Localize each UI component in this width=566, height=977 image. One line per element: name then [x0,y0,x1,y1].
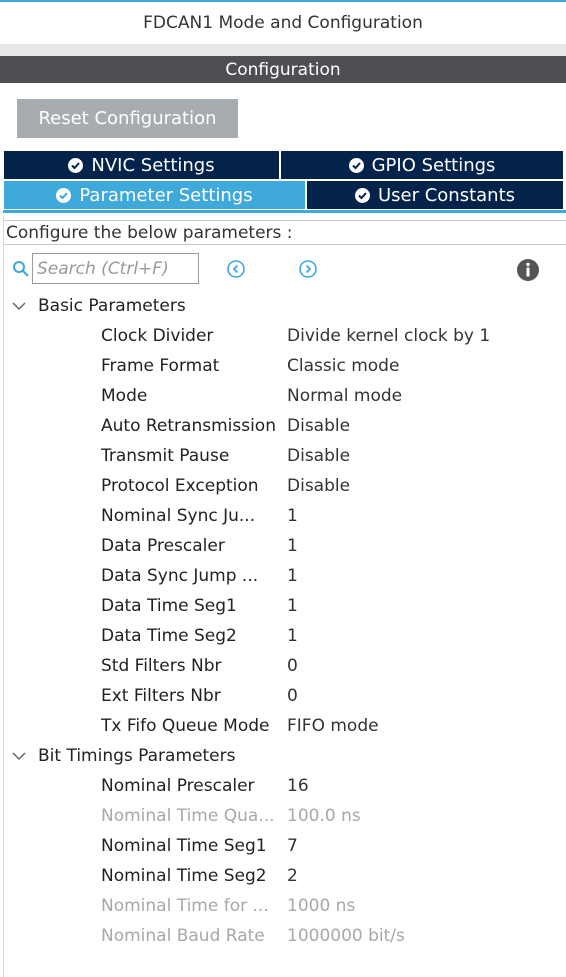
param-row[interactable]: Data Prescaler 1 [0,531,566,561]
tab-parameter-settings[interactable]: Parameter Settings [4,181,305,209]
param-name: Frame Format [101,356,220,376]
param-row[interactable]: Nominal Sync Ju... 1 [0,501,566,531]
param-name: Auto Retransmission [101,416,276,436]
param-value: 1000000 bit/s [287,926,405,946]
chevron-down-icon [12,752,26,761]
tab-label: User Constants [377,184,516,206]
next-arrow-icon[interactable] [298,259,318,279]
check-circle-icon [348,157,364,173]
param-name: Data Prescaler [101,536,225,556]
param-name: Data Time Seg2 [101,626,237,646]
param-value[interactable]: Disable [287,471,350,501]
param-row[interactable]: Transmit Pause Disable [0,441,566,471]
tab-label: Parameter Settings [79,184,253,206]
param-name: Data Time Seg1 [101,596,237,616]
param-row[interactable]: Protocol Exception Disable [0,471,566,501]
info-icon[interactable] [516,258,540,282]
param-value[interactable]: 0 [287,681,298,711]
param-value: 1000 ns [287,896,356,916]
param-row: Nominal Time for ... 1000 ns [0,891,566,921]
param-row[interactable]: Ext Filters Nbr 0 [0,681,566,711]
section-title: Basic Parameters [38,296,186,316]
configure-label: Configure the below parameters : [4,220,566,245]
param-value[interactable]: 16 [287,771,309,801]
param-row[interactable]: Nominal Time Seg1 7 [0,831,566,861]
param-value[interactable]: Divide kernel clock by 1 [287,321,490,351]
param-value[interactable]: FIFO mode [287,711,379,741]
param-name: Nominal Time Seg2 [101,866,267,886]
previous-arrow-icon[interactable] [226,259,246,279]
configuration-bar: Configuration [0,56,566,83]
section-title: Bit Timings Parameters [38,746,236,766]
param-value[interactable]: 0 [287,651,298,681]
search-input[interactable] [32,253,199,284]
param-row[interactable]: Data Sync Jump ... 1 [0,561,566,591]
section-basic-parameters[interactable]: Basic Parameters [10,291,186,321]
param-row[interactable]: Data Time Seg2 1 [0,621,566,651]
section-bit-timings-parameters[interactable]: Bit Timings Parameters [10,741,235,771]
param-value[interactable]: 7 [287,831,298,861]
param-value[interactable]: 1 [287,531,298,561]
param-name: Data Sync Jump ... [101,566,259,586]
param-value[interactable]: Normal mode [287,381,402,411]
param-name: Transmit Pause [101,446,230,466]
param-row[interactable]: Std Filters Nbr 0 [0,651,566,681]
param-value[interactable]: 2 [287,861,298,891]
param-value[interactable]: 1 [287,621,298,651]
check-circle-icon [68,157,84,173]
param-row: Nominal Time Qua... 100.0 ns [0,801,566,831]
check-circle-icon [56,187,72,203]
tab-gpio-settings[interactable]: GPIO Settings [281,151,563,179]
chevron-down-icon [12,302,26,311]
param-row[interactable]: Nominal Prescaler 16 [0,771,566,801]
param-name: Protocol Exception [101,476,259,496]
param-value[interactable]: Disable [287,411,350,441]
param-value[interactable]: 1 [287,591,298,621]
tab-user-constants[interactable]: User Constants [307,181,563,209]
window-title: FDCAN1 Mode and Configuration [143,13,423,33]
param-row[interactable]: Frame Format Classic mode [0,351,566,381]
param-name: Nominal Time for ... [101,896,269,916]
param-value: 100.0 ns [287,806,361,826]
param-name: Std Filters Nbr [101,656,222,676]
param-name: Tx Fifo Queue Mode [101,716,270,736]
param-row[interactable]: Mode Normal mode [0,381,566,411]
param-row[interactable]: Data Time Seg1 1 [0,591,566,621]
param-row[interactable]: Auto Retransmission Disable [0,411,566,441]
param-row[interactable]: Clock Divider Divide kernel clock by 1 [0,321,566,351]
tab-label: NVIC Settings [91,154,215,176]
param-row: Nominal Baud Rate 1000000 bit/s [0,921,566,951]
search-icon[interactable] [12,260,30,278]
check-circle-icon [354,187,370,203]
param-name: Mode [101,386,148,406]
tab-underline [3,210,566,213]
param-value[interactable]: Disable [287,441,350,471]
tab-nvic-settings[interactable]: NVIC Settings [4,151,279,179]
param-name: Nominal Time Qua... [101,806,275,826]
reset-configuration-button[interactable]: Reset Configuration [17,99,238,138]
param-name: Ext Filters Nbr [101,686,221,706]
header-divider [0,44,566,56]
param-value[interactable]: 1 [287,561,298,591]
param-name: Clock Divider [101,326,214,346]
param-value[interactable]: Classic mode [287,351,399,381]
param-name: Nominal Time Seg1 [101,836,267,856]
param-row[interactable]: Nominal Time Seg2 2 [0,861,566,891]
param-value[interactable]: 1 [287,501,298,531]
tab-label: GPIO Settings [371,154,496,176]
param-row[interactable]: Tx Fifo Queue Mode FIFO mode [0,711,566,741]
param-name: Nominal Prescaler [101,776,255,796]
param-name: Nominal Baud Rate [101,926,265,946]
param-name: Nominal Sync Ju... [101,506,256,526]
